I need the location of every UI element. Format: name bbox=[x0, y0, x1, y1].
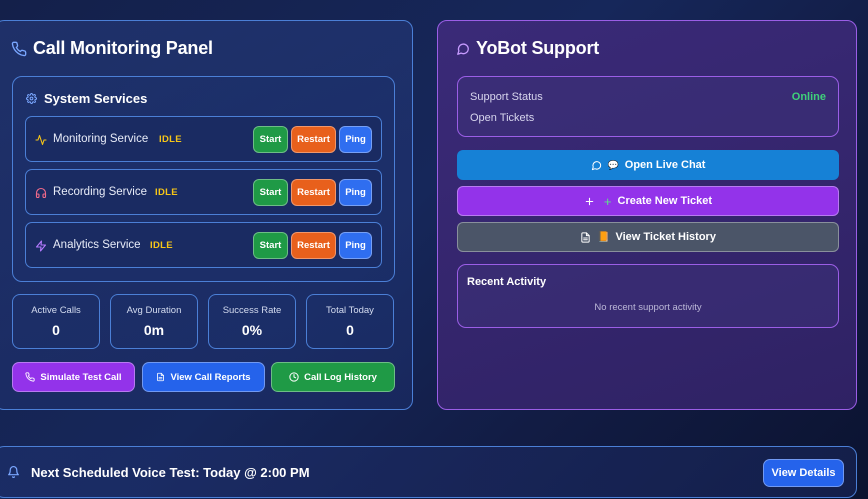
restart-button[interactable]: Restart bbox=[291, 126, 336, 153]
create-new-ticket-button[interactable]: + Create New Ticket bbox=[457, 186, 839, 216]
file-icon bbox=[156, 372, 165, 382]
scheduled-test-bar: Next Scheduled Voice Test: Today @ 2:00 … bbox=[0, 446, 857, 498]
file-text-icon bbox=[580, 231, 591, 243]
clock-icon bbox=[289, 372, 299, 382]
history-emoji: 📙 bbox=[597, 231, 610, 243]
service-row-monitoring: Monitoring Service IDLE Start Restart Pi… bbox=[25, 116, 382, 162]
system-services-box: System Services Monitoring Service IDLE … bbox=[12, 76, 395, 282]
support-panel-header: YoBot Support bbox=[456, 38, 599, 59]
stat-total-today: Total Today 0 bbox=[306, 294, 394, 349]
history-label: Call Log History bbox=[304, 371, 377, 383]
recent-activity-box: Recent Activity No recent support activi… bbox=[457, 264, 839, 328]
simulate-test-call-button[interactable]: Simulate Test Call bbox=[12, 362, 135, 392]
service-name: Recording Service bbox=[53, 186, 147, 198]
stat-value: 0 bbox=[52, 322, 60, 338]
service-status: IDLE bbox=[155, 187, 178, 198]
service-name: Monitoring Service bbox=[53, 133, 149, 145]
phone-icon bbox=[25, 372, 36, 382]
support-panel-title: YoBot Support bbox=[476, 38, 600, 58]
phone-icon bbox=[11, 41, 27, 57]
services-header: System Services bbox=[26, 91, 147, 106]
start-button[interactable]: Start bbox=[253, 232, 288, 259]
service-status: IDLE bbox=[159, 134, 182, 145]
stat-label: Success Rate bbox=[222, 305, 282, 316]
stat-value: 0m bbox=[143, 322, 165, 338]
call-log-history-button[interactable]: Call Log History bbox=[271, 362, 395, 392]
support-status-box: Support Status Online Open Tickets bbox=[457, 76, 839, 137]
ping-button[interactable]: Ping bbox=[339, 179, 372, 206]
stat-success-rate: Success Rate 0% bbox=[208, 294, 296, 349]
service-row-recording: Recording Service IDLE Start Restart Pin… bbox=[25, 169, 382, 215]
stat-label: Total Today bbox=[326, 305, 374, 316]
stat-active-calls: Active Calls 0 bbox=[12, 294, 100, 349]
stat-value: 0% bbox=[241, 322, 263, 338]
reports-label: View Call Reports bbox=[170, 371, 251, 383]
restart-button[interactable]: Restart bbox=[291, 179, 336, 206]
bell-icon bbox=[7, 465, 20, 479]
chat-emoji: 💬 bbox=[607, 159, 619, 170]
stat-value: 0 bbox=[346, 322, 354, 338]
open-chat-label: Open Live Chat bbox=[624, 159, 706, 171]
zap-icon bbox=[35, 239, 47, 257]
services-title: System Services bbox=[44, 91, 148, 106]
start-button[interactable]: Start bbox=[253, 126, 288, 153]
call-monitoring-panel: Call Monitoring Panel System Services Mo… bbox=[0, 20, 413, 410]
plus-icon bbox=[584, 196, 595, 207]
gear-icon bbox=[26, 93, 37, 104]
view-ticket-history-button[interactable]: 📙 View Ticket History bbox=[457, 222, 839, 252]
view-call-reports-button[interactable]: View Call Reports bbox=[142, 362, 265, 392]
create-ticket-glyph: + bbox=[603, 193, 612, 209]
stat-label: Active Calls bbox=[31, 305, 81, 316]
message-circle-icon bbox=[456, 42, 470, 56]
headphones-icon bbox=[35, 186, 47, 204]
simulate-label: Simulate Test Call bbox=[40, 371, 122, 383]
view-history-label: View Ticket History bbox=[615, 231, 716, 243]
recent-activity-title: Recent Activity bbox=[467, 276, 547, 288]
stat-label: Avg Duration bbox=[126, 305, 182, 316]
support-status-label: Support Status bbox=[470, 91, 543, 103]
service-status: IDLE bbox=[150, 240, 173, 251]
activity-icon bbox=[35, 133, 47, 151]
scheduled-test-text: Next Scheduled Voice Test: Today @ 2:00 … bbox=[31, 465, 310, 480]
call-panel-title: Call Monitoring Panel bbox=[33, 38, 213, 58]
yobot-support-panel: YoBot Support Support Status Online Open… bbox=[437, 20, 857, 410]
ping-button[interactable]: Ping bbox=[339, 126, 372, 153]
service-name: Analytics Service bbox=[53, 239, 141, 251]
create-ticket-label: Create New Ticket bbox=[617, 195, 713, 207]
ping-button[interactable]: Ping bbox=[339, 232, 372, 259]
support-status-value: Online bbox=[791, 91, 826, 103]
open-tickets-label: Open Tickets bbox=[470, 112, 535, 124]
service-row-analytics: Analytics Service IDLE Start Restart Pin… bbox=[25, 222, 382, 268]
open-live-chat-button[interactable]: 💬 Open Live Chat bbox=[457, 150, 839, 180]
message-circle-icon bbox=[591, 160, 602, 171]
view-details-button[interactable]: View Details bbox=[763, 459, 844, 487]
recent-activity-empty: No recent support activity bbox=[594, 302, 702, 313]
call-panel-header: Call Monitoring Panel bbox=[11, 38, 213, 59]
restart-button[interactable]: Restart bbox=[291, 232, 336, 259]
start-button[interactable]: Start bbox=[253, 179, 288, 206]
stat-avg-duration: Avg Duration 0m bbox=[110, 294, 198, 349]
